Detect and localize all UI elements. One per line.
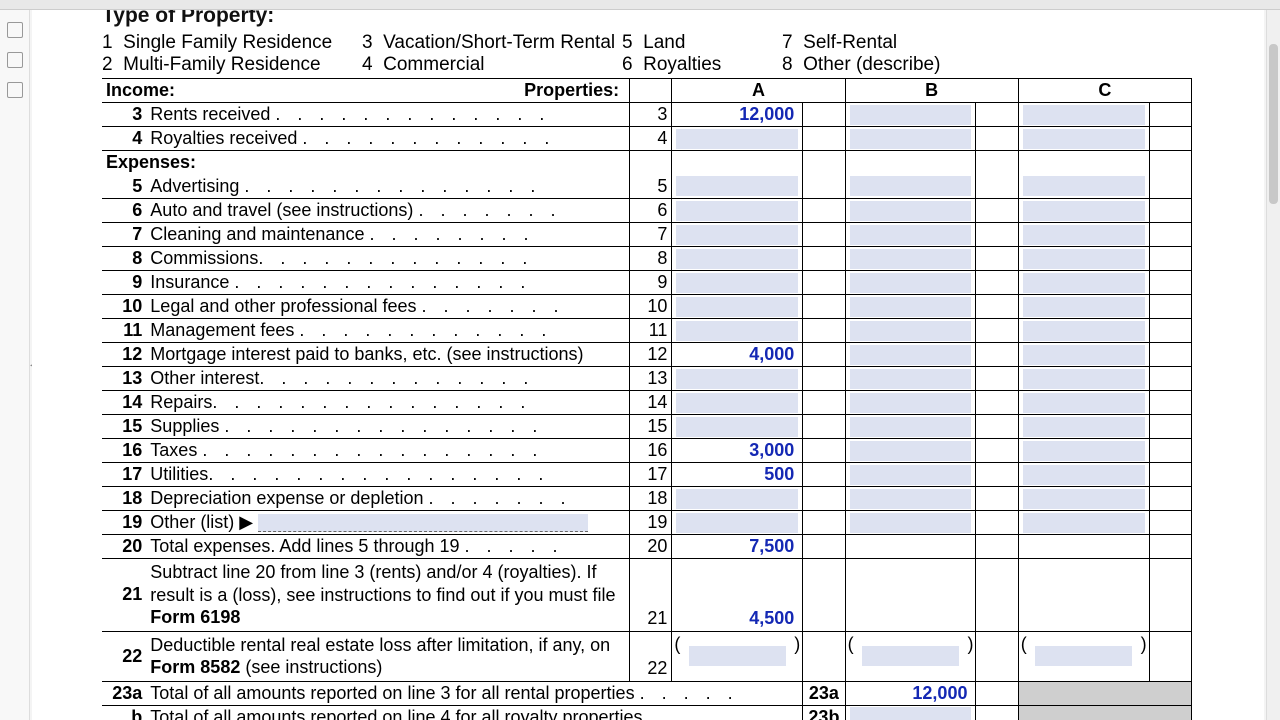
col-a-header: A <box>672 79 845 103</box>
line17-c[interactable] <box>1018 463 1149 487</box>
line17-b[interactable] <box>845 463 976 487</box>
line11-a[interactable] <box>672 319 803 343</box>
line8-a[interactable] <box>672 247 803 271</box>
line21-label: Subtract line 20 from line 3 (rents) and… <box>146 559 629 632</box>
line20-a: 7,500 <box>672 535 803 559</box>
line9-a[interactable] <box>672 271 803 295</box>
line19-b[interactable] <box>845 511 976 535</box>
line-number: 3 <box>102 103 146 127</box>
line3-col-c[interactable] <box>1018 103 1149 127</box>
line19-a[interactable] <box>672 511 803 535</box>
col-b-header: B <box>845 79 1018 103</box>
line10-a[interactable] <box>672 295 803 319</box>
line5-b[interactable] <box>845 175 976 199</box>
line6-b[interactable] <box>845 199 976 223</box>
line12-b[interactable] <box>845 343 976 367</box>
line10-c[interactable] <box>1018 295 1149 319</box>
line13-c[interactable] <box>1018 367 1149 391</box>
line14-c[interactable] <box>1018 391 1149 415</box>
scrollbar-thumb[interactable] <box>1269 44 1278 204</box>
col-c-header: C <box>1018 79 1191 103</box>
line11-b[interactable] <box>845 319 976 343</box>
line18-a[interactable] <box>672 487 803 511</box>
line14-a[interactable] <box>672 391 803 415</box>
form-page: Type of Property: 1 Single Family Reside… <box>32 10 1264 720</box>
properties-header: Properties: <box>524 80 625 101</box>
line13-a[interactable] <box>672 367 803 391</box>
line6-c[interactable] <box>1018 199 1149 223</box>
line6-a[interactable] <box>672 199 803 223</box>
line12-c[interactable] <box>1018 343 1149 367</box>
income-expense-table: Income: Properties: A B C 3 Rents receiv… <box>102 78 1192 720</box>
line13-b[interactable] <box>845 367 976 391</box>
line14-b[interactable] <box>845 391 976 415</box>
line8-c[interactable] <box>1018 247 1149 271</box>
line23a-total: 12,000 <box>845 681 976 705</box>
line15-a[interactable] <box>672 415 803 439</box>
line5-c[interactable] <box>1018 175 1149 199</box>
line10-b[interactable] <box>845 295 976 319</box>
line18-c[interactable] <box>1018 487 1149 511</box>
line11-c[interactable] <box>1018 319 1149 343</box>
line19-c[interactable] <box>1018 511 1149 535</box>
line22-label: Deductible rental real estate loss after… <box>146 631 629 681</box>
income-header: Income: <box>106 80 175 100</box>
line4-col-a[interactable] <box>672 127 803 151</box>
property-type-list: 1 Single Family Residence 3 Vacation/Sho… <box>102 32 1194 76</box>
thumbnail-icon[interactable] <box>7 22 23 38</box>
line15-c[interactable] <box>1018 415 1149 439</box>
bookmark-icon[interactable] <box>7 52 23 68</box>
pdf-toolbar <box>0 0 1280 10</box>
line7-c[interactable] <box>1018 223 1149 247</box>
line22-c[interactable] <box>1018 631 1149 681</box>
line18-b[interactable] <box>845 487 976 511</box>
line4-col-c[interactable] <box>1018 127 1149 151</box>
line8-b[interactable] <box>845 247 976 271</box>
line16-b[interactable] <box>845 439 976 463</box>
line21-a: 4,500 <box>672 559 803 632</box>
line3-col-b[interactable] <box>845 103 976 127</box>
attachment-icon[interactable] <box>7 82 23 98</box>
scrollbar[interactable] <box>1266 10 1280 720</box>
line12-a[interactable]: 4,000 <box>672 343 803 367</box>
line9-c[interactable] <box>1018 271 1149 295</box>
line23b-total[interactable] <box>845 705 976 720</box>
line3-col-a[interactable]: 12,000 <box>672 103 803 127</box>
line7-a[interactable] <box>672 223 803 247</box>
pdf-side-rail <box>0 10 30 720</box>
line22-a[interactable] <box>672 631 803 681</box>
line15-b[interactable] <box>845 415 976 439</box>
line5-a[interactable] <box>672 175 803 199</box>
expenses-header: Expenses: <box>102 151 630 175</box>
line7-b[interactable] <box>845 223 976 247</box>
line19-other-field[interactable] <box>258 514 588 532</box>
line22-b[interactable] <box>845 631 976 681</box>
line4-col-b[interactable] <box>845 127 976 151</box>
section-title: Type of Property: <box>102 10 1194 28</box>
line16-a[interactable]: 3,000 <box>672 439 803 463</box>
line16-c[interactable] <box>1018 439 1149 463</box>
line17-a[interactable]: 500 <box>672 463 803 487</box>
line9-b[interactable] <box>845 271 976 295</box>
